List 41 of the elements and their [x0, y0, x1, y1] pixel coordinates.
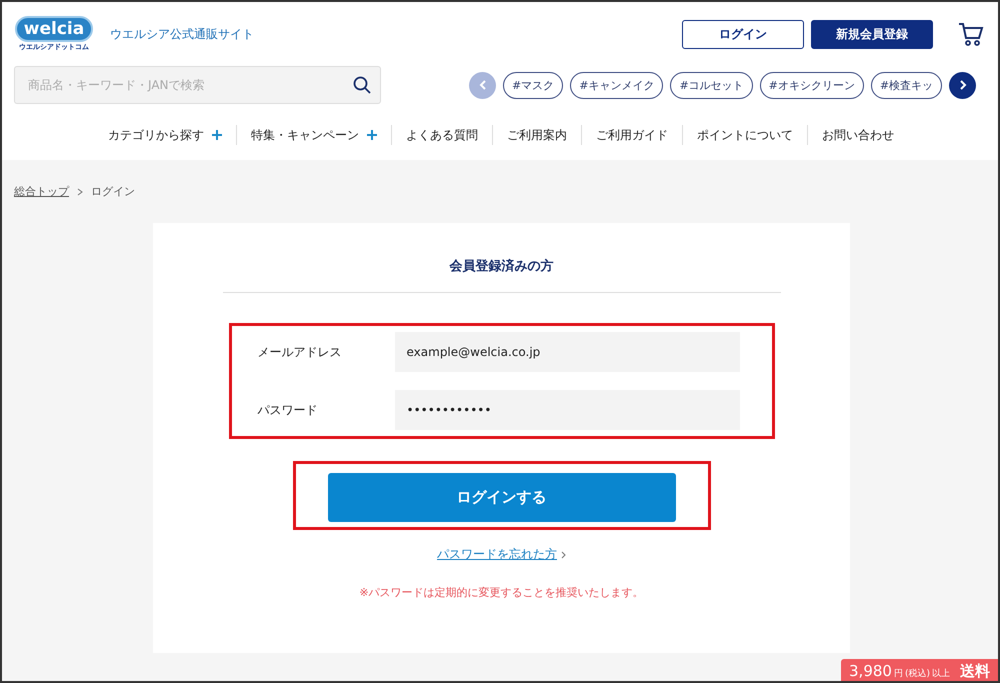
tag-link[interactable]: #マスク — [503, 72, 564, 98]
nav-link[interactable]: ポイントについて — [682, 125, 807, 145]
search-field[interactable]: 商品名・キーワード・JANで検索 — [14, 66, 381, 104]
nav-label: ご利用案内 — [507, 127, 567, 144]
nav-link[interactable]: 特集・キャンペーン — [236, 125, 391, 145]
breadcrumb-current: ログイン — [91, 184, 135, 199]
tag-link[interactable]: #検査キッ — [870, 72, 942, 98]
tag-link[interactable]: #オキシクリーン — [760, 72, 864, 98]
nav-label: ポイントについて — [697, 127, 793, 144]
nav-label: カテゴリから探す — [108, 127, 204, 144]
breadcrumb-link[interactable]: 総合トップ — [14, 184, 69, 199]
tag-link[interactable]: #コルセット — [670, 72, 753, 98]
next-button[interactable] — [949, 72, 976, 98]
field-label: パスワード — [258, 402, 318, 418]
search-icon[interactable] — [353, 76, 371, 94]
chevron-right-icon — [77, 188, 83, 196]
chevron-left-icon — [478, 80, 486, 90]
login-button[interactable]: ログイン — [682, 20, 804, 48]
card-title: 会員登録済みの方 — [450, 258, 554, 275]
nav-label: よくある質問 — [406, 127, 478, 144]
register-button[interactable]: 新規会員登録 — [811, 20, 933, 48]
cart-icon[interactable] — [958, 21, 984, 47]
input-field[interactable]: example@welcia.co.jp — [394, 332, 740, 372]
forgot-password-link[interactable]: パスワードを忘れた方 — [437, 546, 566, 563]
chevron-right-icon — [958, 80, 967, 90]
nav-label: 特集・キャンペーン — [251, 127, 359, 144]
tag-link[interactable]: #キャンメイク — [570, 72, 664, 98]
chevron-right-icon — [561, 550, 566, 558]
nav-link[interactable]: ご利用案内 — [492, 125, 581, 145]
site-title: ウエルシア公式通販サイト — [110, 26, 255, 42]
nav-link[interactable]: よくある質問 — [391, 125, 492, 145]
input-field[interactable]: •••••••••••• — [394, 390, 740, 430]
field-label: メールアドレス — [258, 344, 342, 360]
nav-label: ご利用ガイド — [596, 127, 668, 144]
nav-link[interactable]: お問い合わせ — [807, 125, 908, 145]
nav-link[interactable]: カテゴリから探す — [94, 125, 236, 145]
nav-link[interactable]: ご利用ガイド — [581, 125, 682, 145]
nav-label: お問い合わせ — [822, 127, 894, 144]
submit-button[interactable]: ログインする — [328, 473, 676, 522]
logo[interactable]: welcia — [14, 16, 94, 42]
notice-text: ※パスワードは定期的に変更することを推奨いたします。 — [359, 585, 644, 600]
